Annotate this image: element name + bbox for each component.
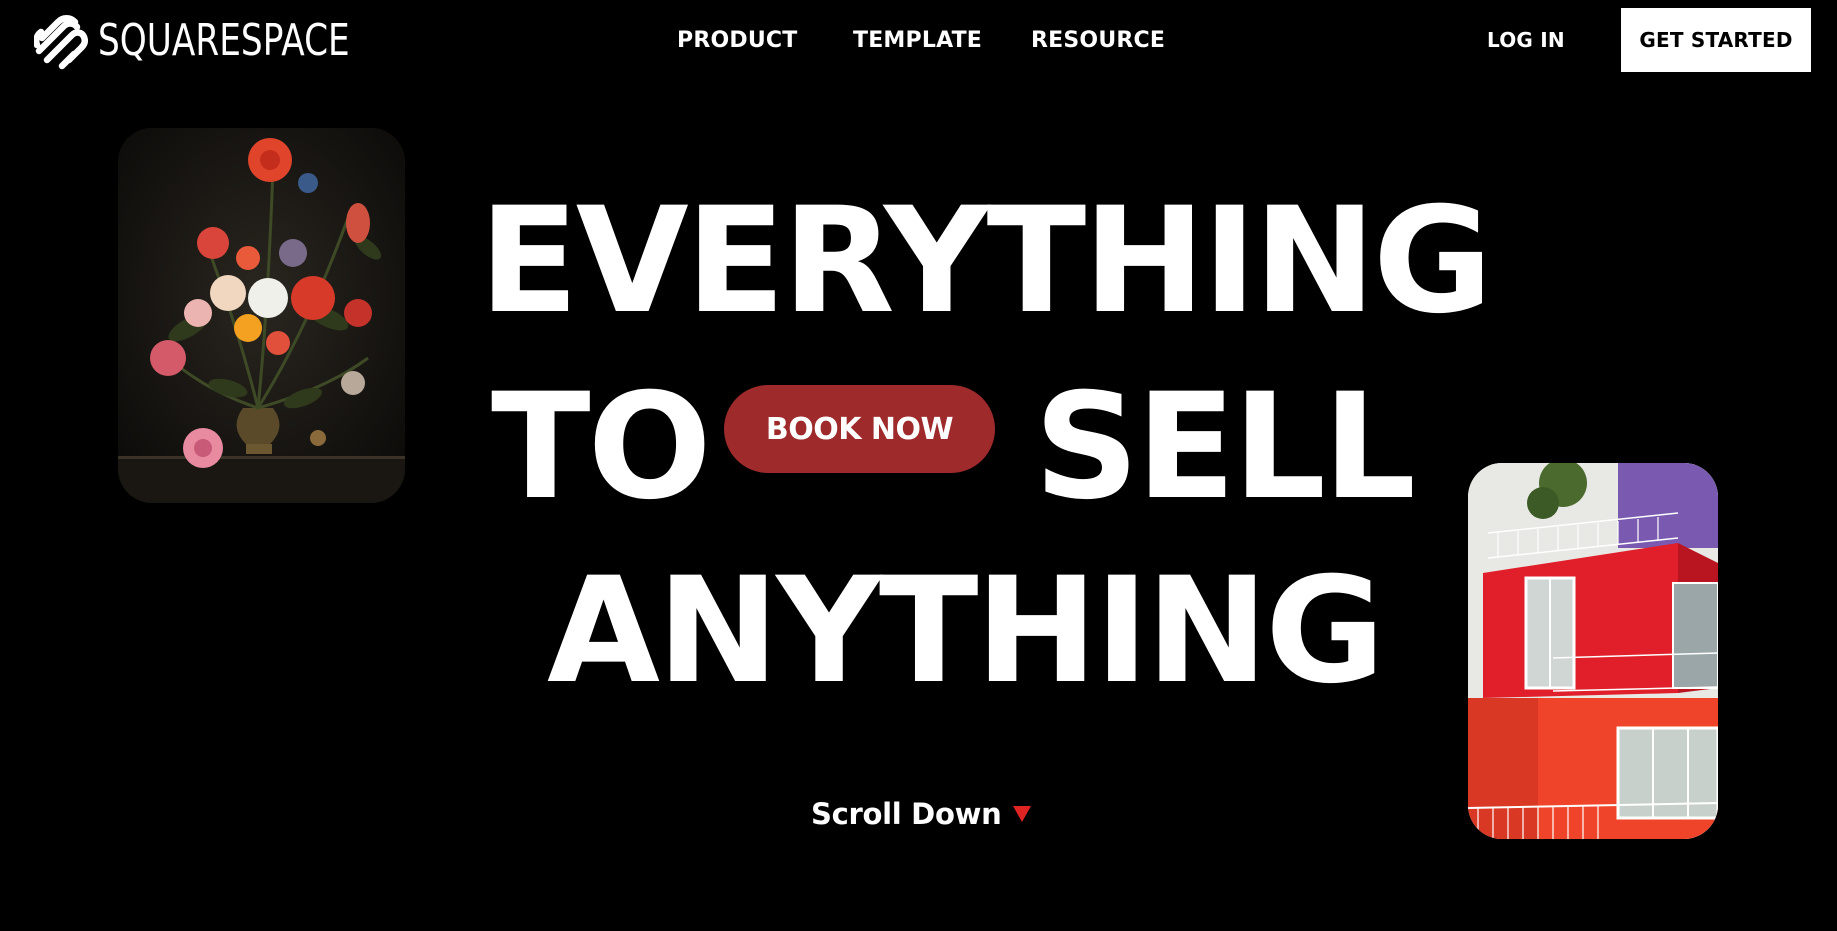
nav-link-resource[interactable]: RESOURCE bbox=[1031, 28, 1165, 53]
red-building-image bbox=[1468, 463, 1718, 839]
logo-text: SQUARESPACE bbox=[98, 15, 350, 66]
book-now-button[interactable]: BOOK NOW bbox=[724, 385, 995, 473]
nav-link-product[interactable]: PRODUCT bbox=[677, 28, 797, 53]
get-started-button[interactable]: GET STARTED bbox=[1621, 8, 1811, 72]
triangle-down-icon bbox=[1013, 806, 1032, 822]
scroll-down-label: Scroll Down bbox=[811, 797, 1002, 831]
flower-painting-image bbox=[118, 128, 405, 503]
headline-line-3: ANYTHING bbox=[547, 546, 1385, 716]
nav-login: LOG IN bbox=[1487, 0, 1565, 80]
headline-line-2-right: SELL bbox=[1034, 362, 1416, 532]
squarespace-logo[interactable]: SQUARESPACE bbox=[34, 4, 421, 78]
nav-link-template[interactable]: TEMPLATE bbox=[853, 28, 982, 53]
nav-product: PRODUCT bbox=[677, 0, 797, 80]
squarespace-logo-icon bbox=[34, 15, 88, 70]
headline-line-1: EVERYTHING bbox=[479, 176, 1493, 346]
login-link[interactable]: LOG IN bbox=[1487, 28, 1565, 52]
scroll-down-link[interactable]: Scroll Down bbox=[811, 792, 1032, 836]
headline-line-2-left: TO bbox=[491, 362, 712, 532]
nav-resource: RESOURCE bbox=[1031, 0, 1165, 80]
nav-template: TEMPLATE bbox=[853, 0, 982, 80]
page: SQUARESPACE PRODUCT TEMPLATE RESOURCE LO… bbox=[0, 0, 1837, 931]
